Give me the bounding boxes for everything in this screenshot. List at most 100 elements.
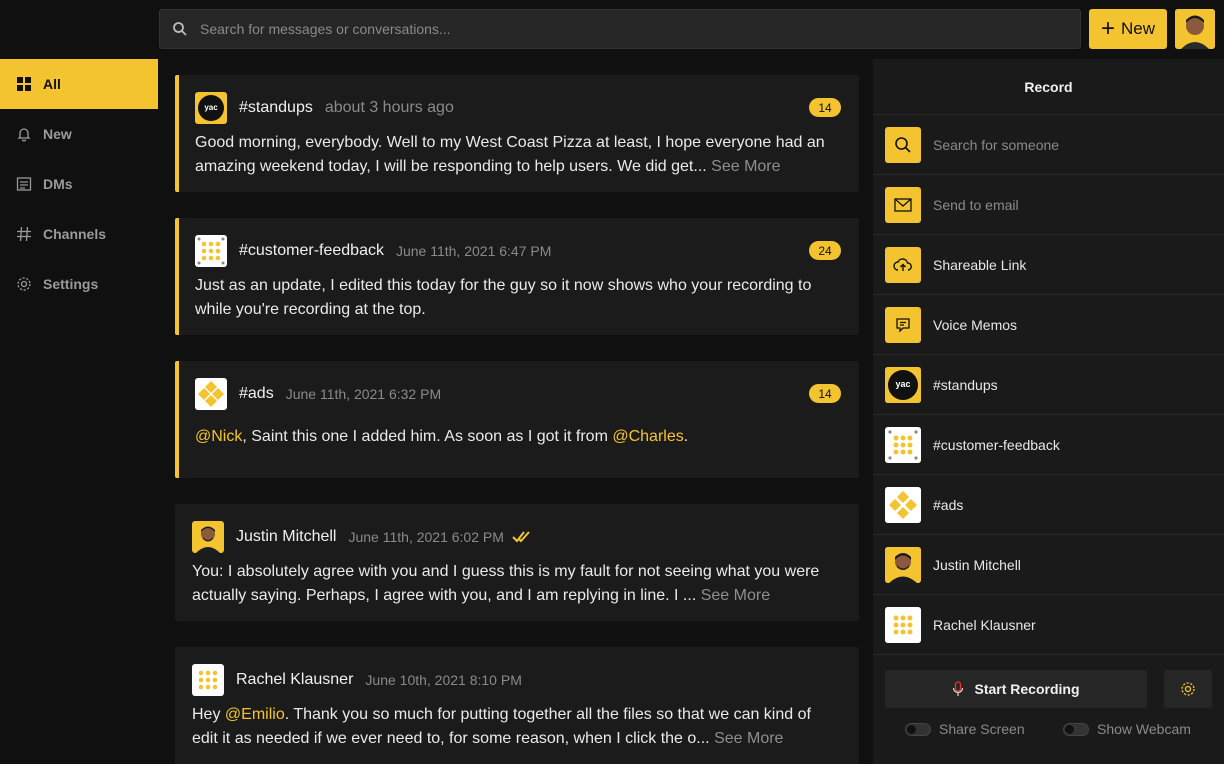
search-icon xyxy=(885,126,921,163)
send-email-row[interactable]: Send to email xyxy=(873,175,1224,235)
message-preview: @Nick, Saint this one I added him. As so… xyxy=(195,425,839,449)
gear-icon xyxy=(1181,682,1195,696)
dot-grid-avatar-icon xyxy=(885,606,921,643)
message-time: about 3 hours ago xyxy=(324,99,454,116)
unread-badge: 24 xyxy=(809,241,841,260)
see-more-link[interactable]: See More xyxy=(714,730,783,747)
gear-icon xyxy=(16,276,32,292)
contact-name: Justin Mitchell xyxy=(236,528,337,545)
sidebar-item-new[interactable]: New xyxy=(0,109,158,159)
share-screen-label: Share Screen xyxy=(939,721,1025,737)
conversation-card[interactable]: Rachel Klausner June 10th, 2021 8:10 PM … xyxy=(175,647,859,764)
sidebar-item-label: DMs xyxy=(43,176,73,192)
contact-row-ads[interactable]: #ads xyxy=(873,475,1224,535)
card-header: #customer-feedback June 11th, 2021 6:47 … xyxy=(195,235,551,267)
new-button-label: New xyxy=(1121,19,1156,38)
mail-icon xyxy=(885,186,921,223)
yac-logo-icon: yac xyxy=(885,366,921,403)
search-input[interactable] xyxy=(200,21,1060,37)
svg-text:yac: yac xyxy=(204,103,218,112)
contact-row-justin-mitchell[interactable]: Justin Mitchell xyxy=(873,535,1224,595)
bell-icon xyxy=(16,126,32,142)
mention-link[interactable]: @Emilio xyxy=(225,706,285,723)
channel-name: #standups xyxy=(239,99,313,116)
shareable-link-row[interactable]: Shareable Link xyxy=(873,235,1224,295)
app-root: + New All New DMs Chann xyxy=(0,0,1224,764)
sidebar-item-label: All xyxy=(43,76,61,92)
row-label: Search for someone xyxy=(933,136,1060,153)
channel-name: #ads xyxy=(239,385,274,402)
row-label: Shareable Link xyxy=(933,256,1027,273)
share-screen-toggle[interactable]: Share Screen xyxy=(905,721,1025,737)
search-someone-row[interactable]: Search for someone xyxy=(873,115,1224,175)
channel-name: #customer-feedback xyxy=(239,242,384,259)
contact-row-standups[interactable]: yac #standups xyxy=(873,355,1224,415)
unread-badge: 14 xyxy=(809,384,841,403)
sidebar-item-settings[interactable]: Settings xyxy=(0,259,158,309)
avatar xyxy=(885,546,921,583)
sidebar-item-label: Channels xyxy=(43,226,107,242)
row-label: #customer-feedback xyxy=(933,436,1060,453)
conversation-card[interactable]: yac #standups about 3 hours ago 14 Good … xyxy=(175,75,859,192)
sidebar-item-all[interactable]: All xyxy=(0,59,158,109)
show-webcam-toggle[interactable]: Show Webcam xyxy=(1063,721,1191,737)
see-more-link[interactable]: See More xyxy=(711,158,780,175)
show-webcam-label: Show Webcam xyxy=(1097,721,1191,737)
sidebar-item-channels[interactable]: Channels xyxy=(0,209,158,259)
diamond-avatar-icon xyxy=(885,486,921,523)
grid-icon xyxy=(16,76,32,92)
contact-row-customer-feedback[interactable]: #customer-feedback xyxy=(873,415,1224,475)
message-feed: yac #standups about 3 hours ago 14 Good … xyxy=(175,75,859,764)
avatar xyxy=(192,521,224,553)
memo-icon xyxy=(885,306,921,343)
sidebar-item-label: Settings xyxy=(43,276,99,292)
message-time: June 11th, 2021 6:47 PM xyxy=(395,243,552,259)
conversation-card[interactable]: Justin Mitchell June 11th, 2021 6:02 PM … xyxy=(175,504,859,621)
card-header: yac #standups about 3 hours ago xyxy=(195,92,454,124)
message-text: Hey xyxy=(192,706,225,723)
message-preview: Just as an update, I edited this today f… xyxy=(195,274,839,322)
mention-link[interactable]: @Charles xyxy=(612,428,683,445)
contact-row-rachel-klausner[interactable]: Rachel Klausner xyxy=(873,595,1224,655)
see-more-link[interactable]: See More xyxy=(701,587,770,604)
message-time: June 11th, 2021 6:32 PM xyxy=(285,386,442,402)
message-time: June 10th, 2021 8:10 PM xyxy=(365,672,522,688)
message-text: . xyxy=(683,428,689,445)
start-recording-button[interactable]: Start Recording xyxy=(885,670,1147,708)
row-label: Rachel Klausner xyxy=(933,616,1036,633)
row-label: Justin Mitchell xyxy=(933,556,1021,573)
row-label: #standups xyxy=(933,376,998,393)
mention-link[interactable]: @Nick xyxy=(195,428,242,445)
double-check-icon xyxy=(512,530,532,544)
row-label: #ads xyxy=(933,496,964,513)
plus-icon: + xyxy=(1100,15,1115,42)
message-preview: Good morning, everybody. Well to my West… xyxy=(195,131,839,179)
unread-badge: 14 xyxy=(809,98,841,117)
recording-controls: Start Recording Share Screen Show Webcam xyxy=(873,656,1224,764)
new-button[interactable]: + New xyxy=(1089,9,1167,49)
start-recording-label: Start Recording xyxy=(974,681,1080,697)
recording-settings-button[interactable] xyxy=(1164,670,1212,708)
message-preview: Hey @Emilio. Thank you so much for putti… xyxy=(192,703,839,751)
cloud-upload-icon xyxy=(885,246,921,283)
conversation-card[interactable]: #customer-feedback June 11th, 2021 6:47 … xyxy=(175,218,859,335)
card-header: #ads June 11th, 2021 6:32 PM xyxy=(195,378,441,410)
toggle-switch[interactable] xyxy=(905,722,931,736)
card-header: Rachel Klausner June 10th, 2021 8:10 PM xyxy=(192,664,522,696)
row-label: Voice Memos xyxy=(933,316,1018,333)
search-bar[interactable] xyxy=(159,9,1081,49)
toggle-switch[interactable] xyxy=(1063,722,1089,736)
card-header: Justin Mitchell June 11th, 2021 6:02 PM xyxy=(192,521,532,553)
message-text: , Saint this one I added him. As soon as… xyxy=(242,428,613,445)
contact-name: Rachel Klausner xyxy=(236,671,354,688)
sidebar: All New DMs Channels Settings xyxy=(0,59,158,309)
user-avatar[interactable] xyxy=(1175,9,1215,49)
dot-grid-avatar-icon xyxy=(195,235,227,267)
conversation-card[interactable]: #ads June 11th, 2021 6:32 PM 14 @Nick, S… xyxy=(175,361,859,478)
message-time: June 11th, 2021 6:02 PM xyxy=(348,529,504,545)
microphone-icon xyxy=(953,681,964,696)
sidebar-item-dms[interactable]: DMs xyxy=(0,159,158,209)
panel-title: Record xyxy=(873,59,1224,115)
hash-icon xyxy=(16,226,32,242)
voice-memos-row[interactable]: Voice Memos xyxy=(873,295,1224,355)
